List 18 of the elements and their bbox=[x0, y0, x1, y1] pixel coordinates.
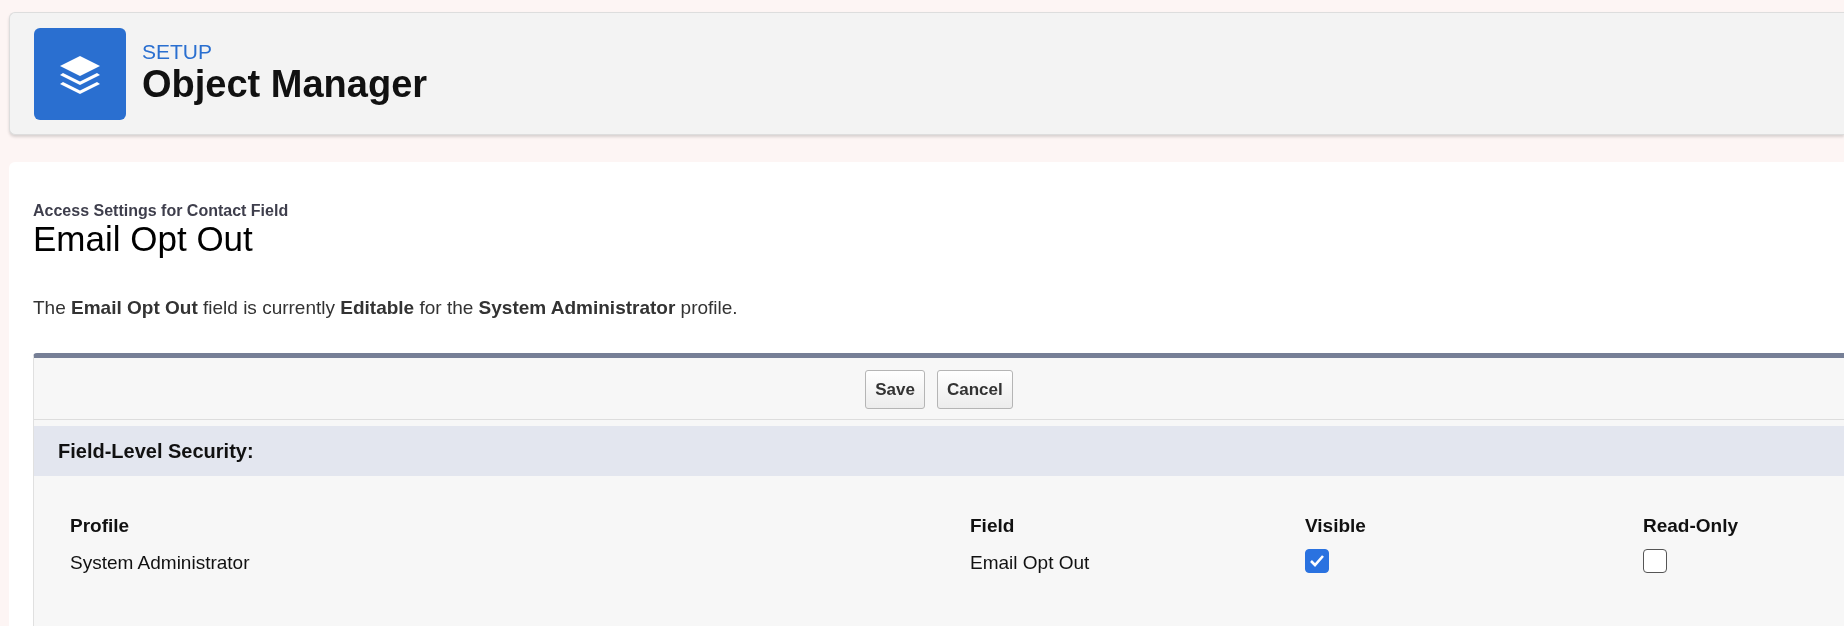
checkbox[interactable] bbox=[1305, 548, 1329, 573]
setup-label: SETUP bbox=[142, 40, 213, 64]
column-header: Visible bbox=[1305, 514, 1367, 539]
column-header: Field bbox=[970, 514, 1016, 539]
check-icon bbox=[1309, 553, 1325, 568]
table-cell-text: System Administrator bbox=[70, 550, 251, 575]
field-title: Email Opt Out bbox=[33, 219, 254, 259]
checkbox[interactable] bbox=[1643, 548, 1667, 573]
column-header: Profile bbox=[70, 514, 131, 539]
save-button[interactable]: Save bbox=[865, 369, 925, 410]
description: The Email Opt Out field is currently Editable for the System Administrator profile. bbox=[33, 296, 739, 321]
subtitle: Access Settings for Contact Field bbox=[33, 202, 290, 220]
cancel-button[interactable]: Cancel bbox=[936, 369, 1013, 410]
section-header: Field-Level Security: bbox=[34, 426, 1844, 477]
table-cell-text: Email Opt Out bbox=[970, 550, 1091, 575]
layers-icon bbox=[34, 27, 126, 120]
column-header: Read-Only bbox=[1643, 514, 1740, 539]
page-title: Object Manager bbox=[142, 63, 428, 107]
